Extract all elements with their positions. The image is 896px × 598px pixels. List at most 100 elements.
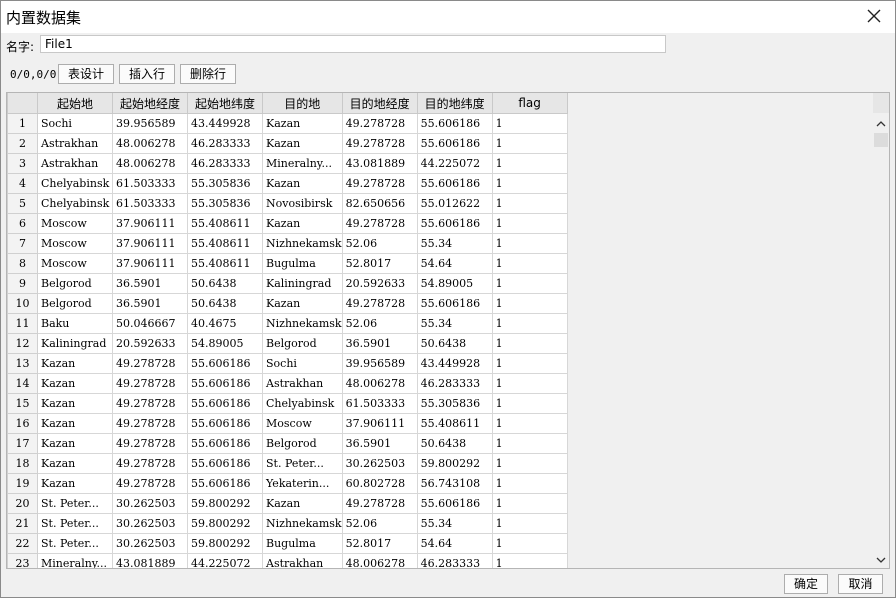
table-row[interactable]: 15 Kazan 49.278728 55.606186 Chelyabinsk 61.5… [7,393,568,414]
table-cell[interactable]: 40.4675 [187,313,263,334]
table-cell[interactable]: Chelyabinsk [37,193,113,214]
table-cell[interactable]: 55.408611 [187,253,263,274]
data-grid[interactable]: 起始地 起始地经度 起始地纬度 目的地 目的地经度 目的地纬度 flag 1 Sochi 39.… [6,92,890,569]
table-cell[interactable]: 30.262503 [112,533,188,554]
table-row[interactable]: 22 St. Peter... 30.262503 59.800292 Bugulma 5… [7,533,568,554]
table-cell[interactable]: 37.906111 [112,233,188,254]
table-cell[interactable]: 20.592633 [341,273,418,294]
table-cell[interactable]: 30.262503 [341,453,418,474]
close-button[interactable] [865,7,883,25]
table-cell[interactable]: Belgorod [37,293,113,314]
table-cell[interactable]: Kazan [262,293,343,314]
table-cell[interactable]: 55.606186 [187,413,263,434]
table-cell[interactable]: 55.606186 [416,493,493,514]
table-cell[interactable]: Mineralny... [37,553,113,568]
table-cell[interactable]: 43.081889 [341,153,418,174]
table-cell[interactable]: 1 [491,153,568,174]
table-cell[interactable]: 1 [491,433,568,454]
table-cell[interactable]: Kazan [262,493,343,514]
table-cell[interactable]: 52.8017 [341,253,418,274]
table-cell[interactable]: 1 [491,253,568,274]
table-cell[interactable]: 61.503333 [341,393,418,414]
table-cell[interactable]: 37.906111 [341,413,418,434]
table-cell[interactable]: 55.012622 [416,193,493,214]
table-cell[interactable]: 60.802728 [341,473,418,494]
table-row[interactable]: 21 St. Peter... 30.262503 59.800292 Nizhneka… [7,513,568,534]
table-cell[interactable]: Kazan [37,433,113,454]
name-input[interactable] [40,35,666,53]
table-cell[interactable]: 52.06 [341,233,418,254]
table-cell[interactable]: 61.503333 [112,193,188,214]
table-cell[interactable]: 59.800292 [187,493,263,514]
table-cell[interactable]: Nizhnekamsk [262,513,343,534]
table-cell[interactable]: 30.262503 [112,513,188,534]
table-cell[interactable]: 55.34 [416,233,493,254]
table-cell[interactable]: 49.278728 [112,353,188,374]
table-cell[interactable]: 55.606186 [416,213,493,234]
table-cell[interactable]: 1 [491,193,568,214]
table-cell[interactable]: 49.278728 [341,493,418,514]
table-cell[interactable]: 49.278728 [112,433,188,454]
table-cell[interactable]: 43.449928 [416,353,493,374]
table-cell[interactable]: Kaliningrad [37,333,113,354]
table-cell[interactable]: 55.408611 [416,413,493,434]
table-cell[interactable]: 59.800292 [187,533,263,554]
scroll-down-button[interactable] [873,552,889,568]
table-cell[interactable]: Yekaterin... [262,473,343,494]
table-cell[interactable]: 39.956589 [112,113,188,134]
table-row[interactable]: 11 Baku 50.046667 40.4675 Nizhnekamsk 52.06 55… [7,313,568,334]
table-cell[interactable]: 46.283333 [187,153,263,174]
table-cell[interactable]: Baku [37,313,113,334]
table-cell[interactable]: 1 [491,273,568,294]
column-header[interactable]: 起始地纬度 [187,93,263,114]
table-cell[interactable]: Kazan [37,393,113,414]
table-cell[interactable]: 30.262503 [112,493,188,514]
table-cell[interactable]: 46.283333 [187,133,263,154]
table-cell[interactable]: St. Peter... [262,453,343,474]
table-cell[interactable]: 49.278728 [112,373,188,394]
table-row[interactable]: 17 Kazan 49.278728 55.606186 Belgorod 36.5901… [7,433,568,454]
insert-row-button[interactable]: 插入行 [119,64,175,84]
table-cell[interactable]: 1 [491,313,568,334]
table-cell[interactable]: 1 [491,233,568,254]
table-cell[interactable]: 55.606186 [187,353,263,374]
table-cell[interactable]: Chelyabinsk [262,393,343,414]
table-cell[interactable]: 1 [491,353,568,374]
table-cell[interactable]: Kazan [37,413,113,434]
table-cell[interactable]: Mineralny... [262,153,343,174]
table-cell[interactable]: Moscow [37,233,113,254]
table-cell[interactable]: 55.305836 [416,393,493,414]
scroll-thumb[interactable] [874,133,888,147]
table-cell[interactable]: 55.606186 [416,113,493,134]
table-cell[interactable]: 48.006278 [341,373,418,394]
table-row[interactable]: 4 Chelyabinsk 61.503333 55.305836 Kazan 49.27… [7,173,568,194]
table-cell[interactable]: 46.283333 [416,553,493,568]
table-cell[interactable]: Kazan [262,173,343,194]
table-cell[interactable]: Sochi [37,113,113,134]
table-cell[interactable]: 1 [491,453,568,474]
table-cell[interactable]: 1 [491,333,568,354]
table-row[interactable]: 3 Astrakhan 48.006278 46.283333 Mineralny...… [7,153,568,174]
table-cell[interactable]: 1 [491,213,568,234]
table-cell[interactable]: Belgorod [37,273,113,294]
scroll-up-button[interactable] [873,116,889,132]
table-row[interactable]: 8 Moscow 37.906111 55.408611 Bugulma 52.8017 5… [7,253,568,274]
table-cell[interactable]: 50.6438 [416,333,493,354]
table-cell[interactable]: 49.278728 [341,213,418,234]
table-cell[interactable]: 1 [491,133,568,154]
table-cell[interactable]: 43.081889 [112,553,188,568]
table-cell[interactable]: Kazan [262,113,343,134]
column-header[interactable]: 起始地经度 [112,93,188,114]
table-cell[interactable]: Sochi [262,353,343,374]
table-row[interactable]: 5 Chelyabinsk 61.503333 55.305836 Novosibirs… [7,193,568,214]
column-header[interactable]: 目的地纬度 [416,93,493,114]
table-cell[interactable]: Kazan [262,213,343,234]
table-cell[interactable]: 55.606186 [416,133,493,154]
table-cell[interactable]: 49.278728 [112,393,188,414]
column-header[interactable]: flag [491,93,568,114]
table-cell[interactable]: 49.278728 [341,173,418,194]
vertical-scrollbar[interactable] [873,114,889,568]
table-cell[interactable]: 55.606186 [187,473,263,494]
table-cell[interactable]: Novosibirsk [262,193,343,214]
table-cell[interactable]: Kazan [37,473,113,494]
